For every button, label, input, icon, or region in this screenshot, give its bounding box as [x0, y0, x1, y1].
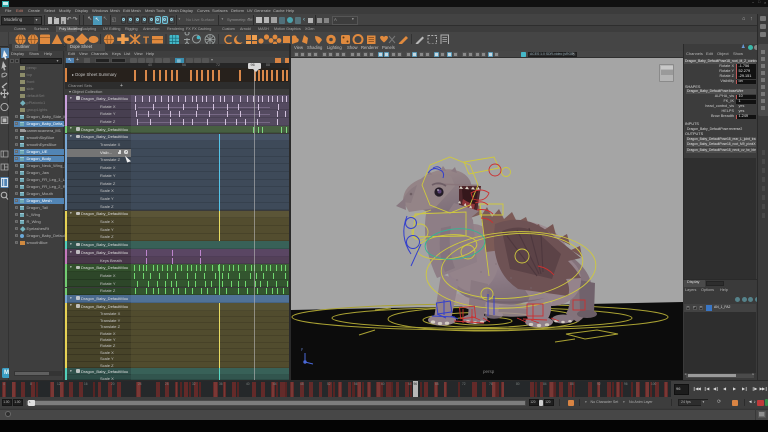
svg-text:y: y — [301, 347, 303, 351]
svg-text:persp: persp — [483, 369, 495, 374]
